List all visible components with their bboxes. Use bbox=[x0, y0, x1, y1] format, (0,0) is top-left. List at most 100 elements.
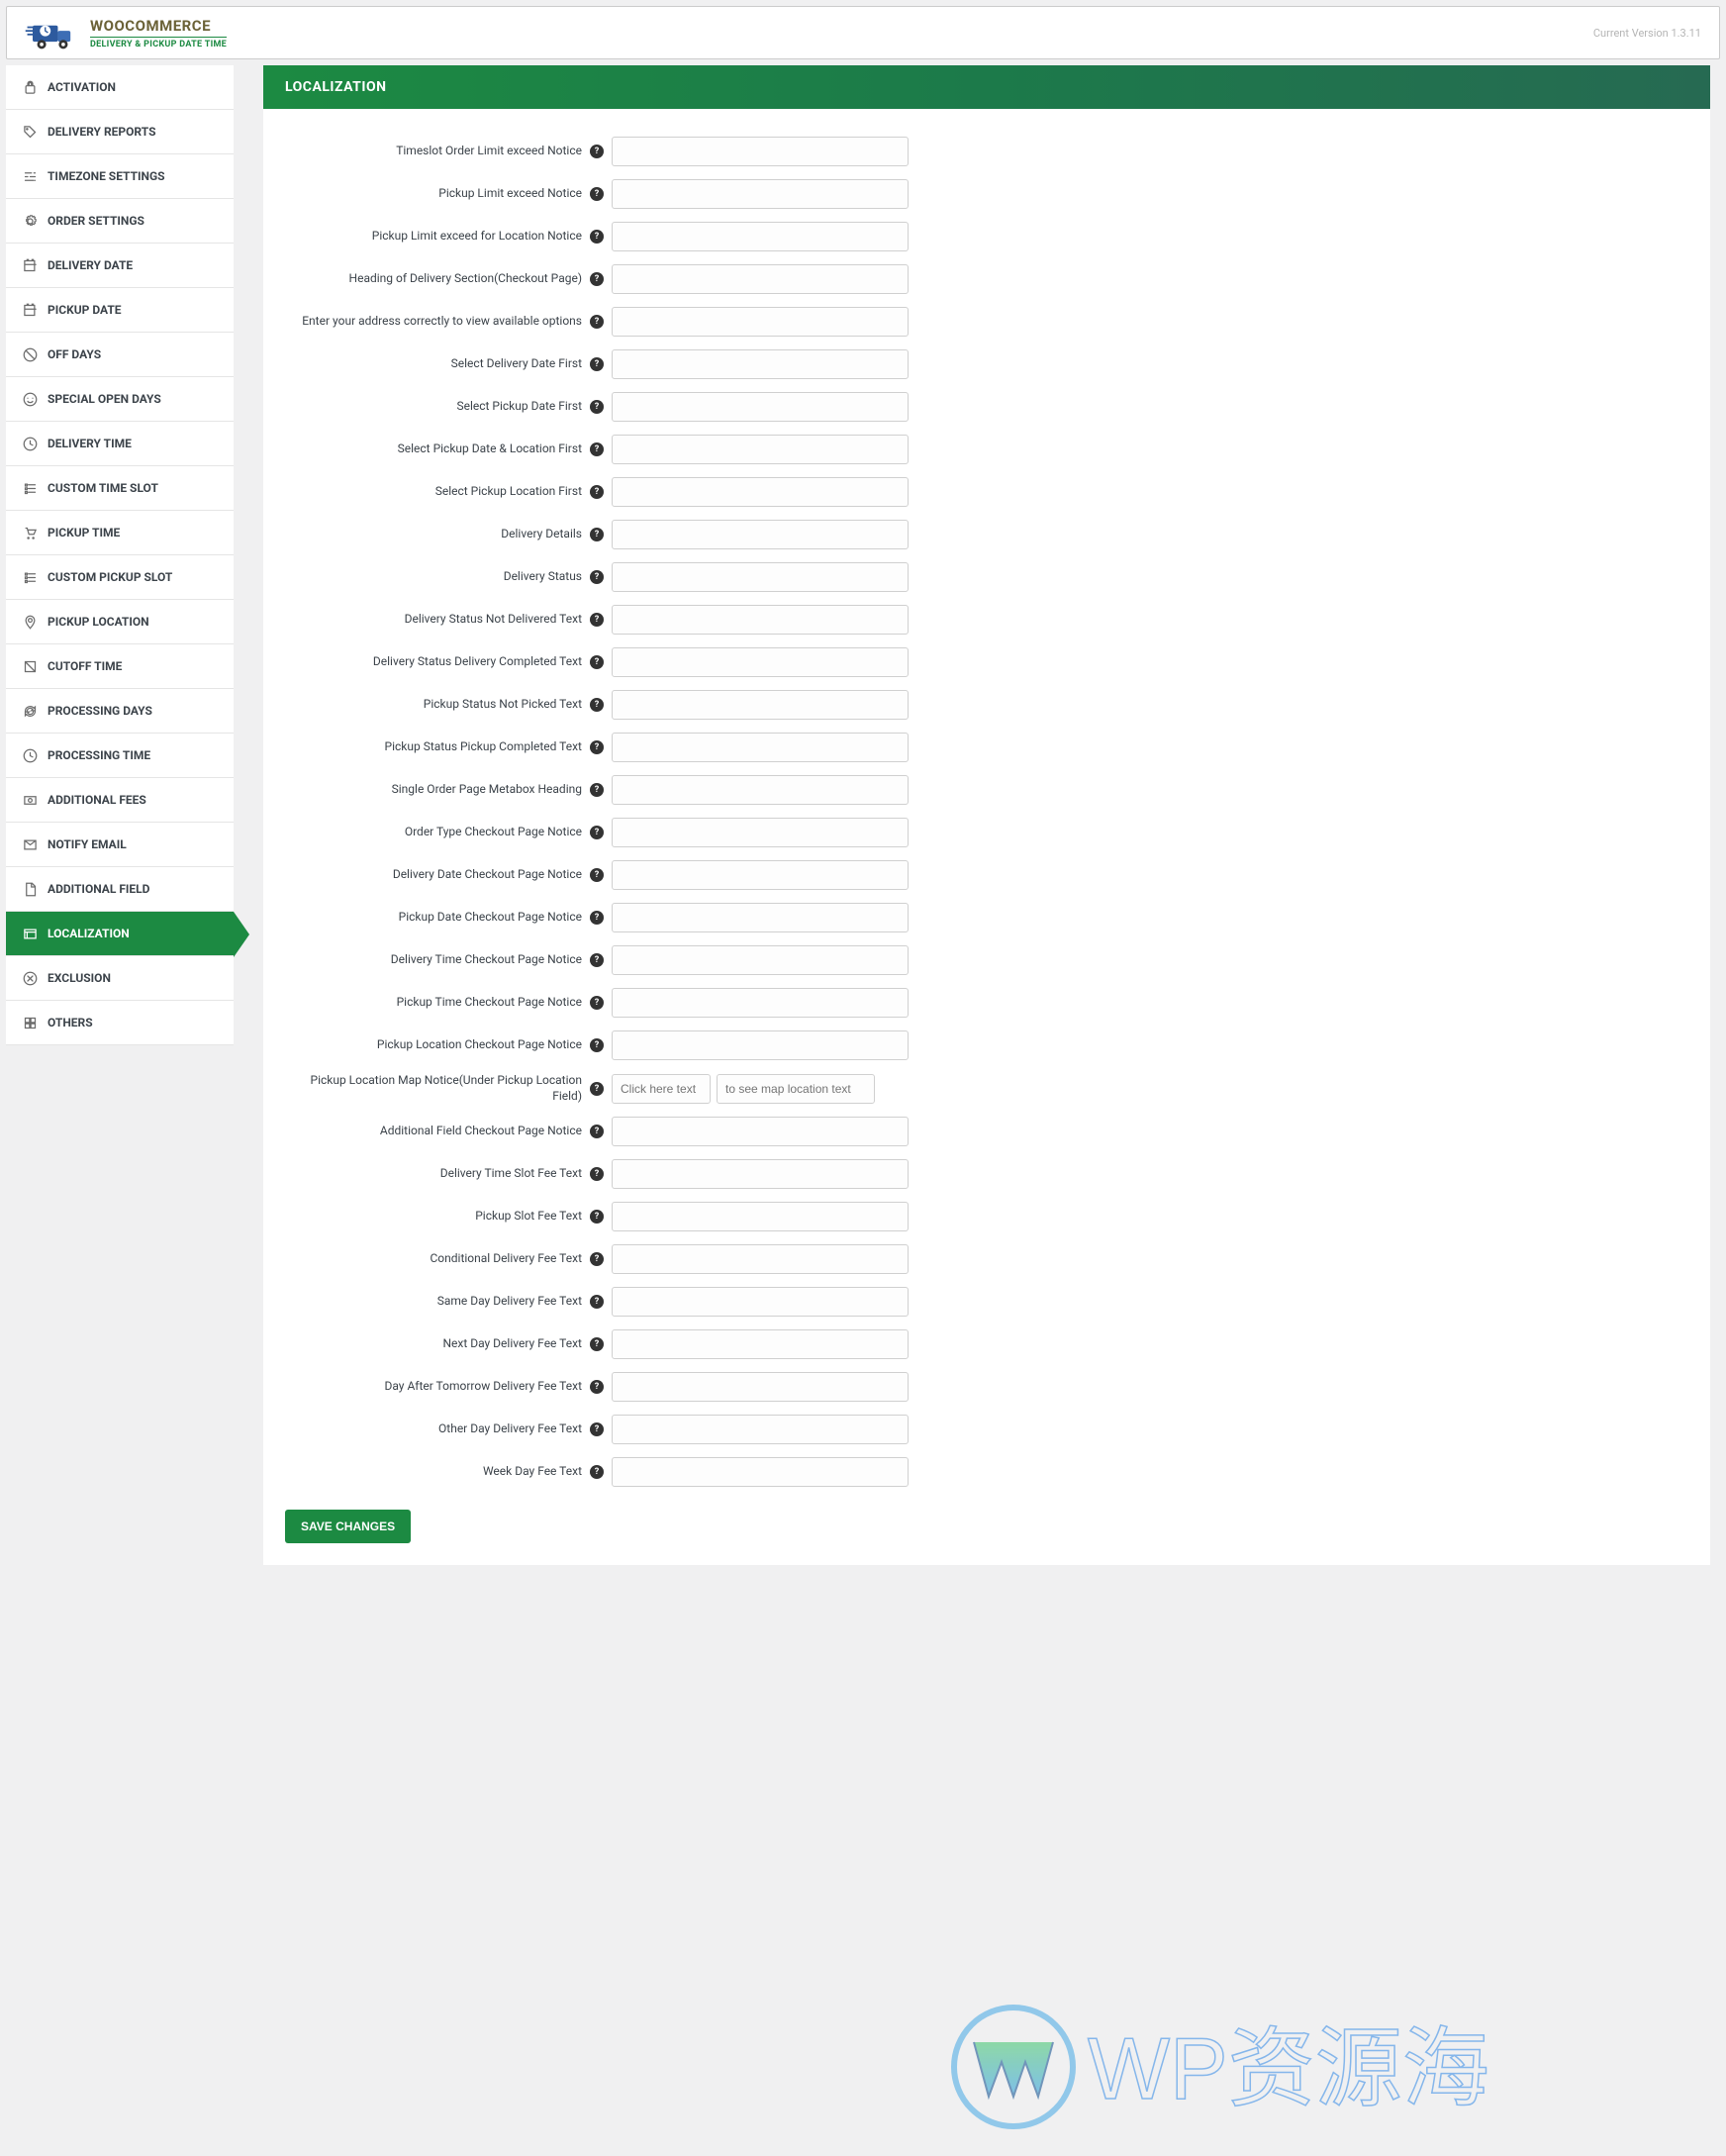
localization-input[interactable] bbox=[612, 647, 909, 677]
help-icon[interactable]: ? bbox=[590, 953, 604, 967]
help-icon[interactable]: ? bbox=[590, 187, 604, 201]
sidebar-item-pickup-location[interactable]: PICKUP LOCATION bbox=[6, 600, 234, 644]
help-icon[interactable]: ? bbox=[590, 315, 604, 329]
sidebar-item-exclusion[interactable]: EXCLUSION bbox=[6, 956, 234, 1001]
sidebar-item-delivery-date[interactable]: DELIVERY DATE bbox=[6, 244, 234, 288]
localization-form: Timeslot Order Limit exceed Notice ? Pic… bbox=[263, 109, 1710, 1565]
localization-input[interactable] bbox=[612, 1329, 909, 1359]
help-icon[interactable]: ? bbox=[590, 1252, 604, 1266]
sidebar-item-cutoff-time[interactable]: CUTOFF TIME bbox=[6, 644, 234, 689]
help-icon[interactable]: ? bbox=[590, 272, 604, 286]
sidebar-item-others[interactable]: OTHERS bbox=[6, 1001, 234, 1045]
form-row: Timeslot Order Limit exceed Notice ? bbox=[285, 137, 1688, 166]
help-icon[interactable]: ? bbox=[590, 1380, 604, 1394]
help-icon[interactable]: ? bbox=[590, 230, 604, 244]
form-row: Pickup Location Checkout Page Notice ? bbox=[285, 1030, 1688, 1060]
localization-input[interactable] bbox=[612, 818, 909, 847]
sidebar-item-localization[interactable]: LOCALIZATION bbox=[6, 912, 234, 956]
help-icon[interactable]: ? bbox=[590, 1125, 604, 1138]
localization-input[interactable] bbox=[612, 349, 909, 379]
localization-input[interactable] bbox=[612, 775, 909, 805]
sidebar-item-notify-email[interactable]: NOTIFY EMAIL bbox=[6, 823, 234, 867]
localization-input[interactable] bbox=[612, 435, 909, 464]
help-icon[interactable]: ? bbox=[590, 1295, 604, 1309]
help-icon[interactable]: ? bbox=[590, 145, 604, 158]
localization-input[interactable] bbox=[612, 137, 909, 166]
sidebar-item-processing-days[interactable]: PROCESSING DAYS bbox=[6, 689, 234, 734]
help-icon[interactable]: ? bbox=[590, 400, 604, 414]
localization-input[interactable] bbox=[612, 222, 909, 251]
localization-input[interactable] bbox=[612, 988, 909, 1018]
sidebar-item-order-settings[interactable]: ORDER SETTINGS bbox=[6, 199, 234, 244]
localization-input[interactable] bbox=[612, 1287, 909, 1317]
sidebar-item-custom-pickup-slot[interactable]: CUSTOM PICKUP SLOT bbox=[6, 555, 234, 600]
help-icon[interactable]: ? bbox=[590, 1082, 604, 1096]
localization-input[interactable] bbox=[612, 945, 909, 975]
localization-input[interactable] bbox=[612, 733, 909, 762]
field-label: Day After Tomorrow Delivery Fee Text bbox=[285, 1379, 582, 1395]
sidebar-item-additional-field[interactable]: ADDITIONAL FIELD bbox=[6, 867, 234, 912]
localization-input[interactable] bbox=[612, 903, 909, 932]
field-label: Pickup Location Checkout Page Notice bbox=[285, 1037, 582, 1053]
map-notice-input-2[interactable] bbox=[717, 1074, 875, 1104]
field-label: Pickup Time Checkout Page Notice bbox=[285, 995, 582, 1011]
localization-input[interactable] bbox=[612, 1244, 909, 1274]
help-icon[interactable]: ? bbox=[590, 911, 604, 925]
form-row: Pickup Date Checkout Page Notice ? bbox=[285, 903, 1688, 932]
help-icon[interactable]: ? bbox=[590, 740, 604, 754]
sidebar-item-delivery-reports[interactable]: DELIVERY REPORTS bbox=[6, 110, 234, 154]
localization-input[interactable] bbox=[612, 477, 909, 507]
localization-input[interactable] bbox=[612, 690, 909, 720]
help-icon[interactable]: ? bbox=[590, 1167, 604, 1181]
field-label: Select Pickup Location First bbox=[285, 484, 582, 500]
sidebar-item-label: LOCALIZATION bbox=[48, 927, 130, 940]
localization-input[interactable] bbox=[612, 1457, 909, 1487]
localization-input[interactable] bbox=[612, 1030, 909, 1060]
sidebar-item-activation[interactable]: ACTIVATION bbox=[6, 65, 234, 110]
help-icon[interactable]: ? bbox=[590, 826, 604, 839]
help-icon[interactable]: ? bbox=[590, 868, 604, 882]
localization-input[interactable] bbox=[612, 1117, 909, 1146]
help-icon[interactable]: ? bbox=[590, 528, 604, 541]
sidebar-item-additional-fees[interactable]: ADDITIONAL FEES bbox=[6, 778, 234, 823]
help-icon[interactable]: ? bbox=[590, 1337, 604, 1351]
sidebar-item-pickup-time[interactable]: PICKUP TIME bbox=[6, 511, 234, 555]
localization-input[interactable] bbox=[612, 392, 909, 422]
localization-input[interactable] bbox=[612, 860, 909, 890]
localization-input[interactable] bbox=[612, 1415, 909, 1444]
help-icon[interactable]: ? bbox=[590, 485, 604, 499]
localization-input[interactable] bbox=[612, 307, 909, 337]
help-icon[interactable]: ? bbox=[590, 996, 604, 1010]
sidebar-item-pickup-date[interactable]: PICKUP DATE bbox=[6, 288, 234, 333]
help-icon[interactable]: ? bbox=[590, 442, 604, 456]
sidebar-item-timezone-settings[interactable]: TIMEZONE SETTINGS bbox=[6, 154, 234, 199]
sidebar-item-processing-time[interactable]: PROCESSING TIME bbox=[6, 734, 234, 778]
help-icon[interactable]: ? bbox=[590, 783, 604, 797]
sidebar-item-custom-time-slot[interactable]: CUSTOM TIME SLOT bbox=[6, 466, 234, 511]
form-row: Select Pickup Date & Location First ? bbox=[285, 435, 1688, 464]
sidebar-item-special-open-days[interactable]: SPECIAL OPEN DAYS bbox=[6, 377, 234, 422]
sliders-icon bbox=[22, 168, 38, 184]
help-icon[interactable]: ? bbox=[590, 613, 604, 627]
localization-input[interactable] bbox=[612, 264, 909, 294]
sidebar-item-off-days[interactable]: OFF DAYS bbox=[6, 333, 234, 377]
help-icon[interactable]: ? bbox=[590, 655, 604, 669]
localization-input[interactable] bbox=[612, 1159, 909, 1189]
sidebar-item-delivery-time[interactable]: DELIVERY TIME bbox=[6, 422, 234, 466]
help-icon[interactable]: ? bbox=[590, 1465, 604, 1479]
help-icon[interactable]: ? bbox=[590, 1422, 604, 1436]
map-notice-input-1[interactable] bbox=[612, 1074, 711, 1104]
save-changes-button[interactable]: SAVE CHANGES bbox=[285, 1510, 411, 1543]
field-label: Delivery Time Checkout Page Notice bbox=[285, 952, 582, 968]
localization-input[interactable] bbox=[612, 605, 909, 635]
localization-input[interactable] bbox=[612, 1202, 909, 1231]
localization-input[interactable] bbox=[612, 562, 909, 592]
localization-input[interactable] bbox=[612, 179, 909, 209]
help-icon[interactable]: ? bbox=[590, 1038, 604, 1052]
help-icon[interactable]: ? bbox=[590, 1210, 604, 1224]
help-icon[interactable]: ? bbox=[590, 570, 604, 584]
localization-input[interactable] bbox=[612, 520, 909, 549]
localization-input[interactable] bbox=[612, 1372, 909, 1402]
help-icon[interactable]: ? bbox=[590, 698, 604, 712]
help-icon[interactable]: ? bbox=[590, 357, 604, 371]
